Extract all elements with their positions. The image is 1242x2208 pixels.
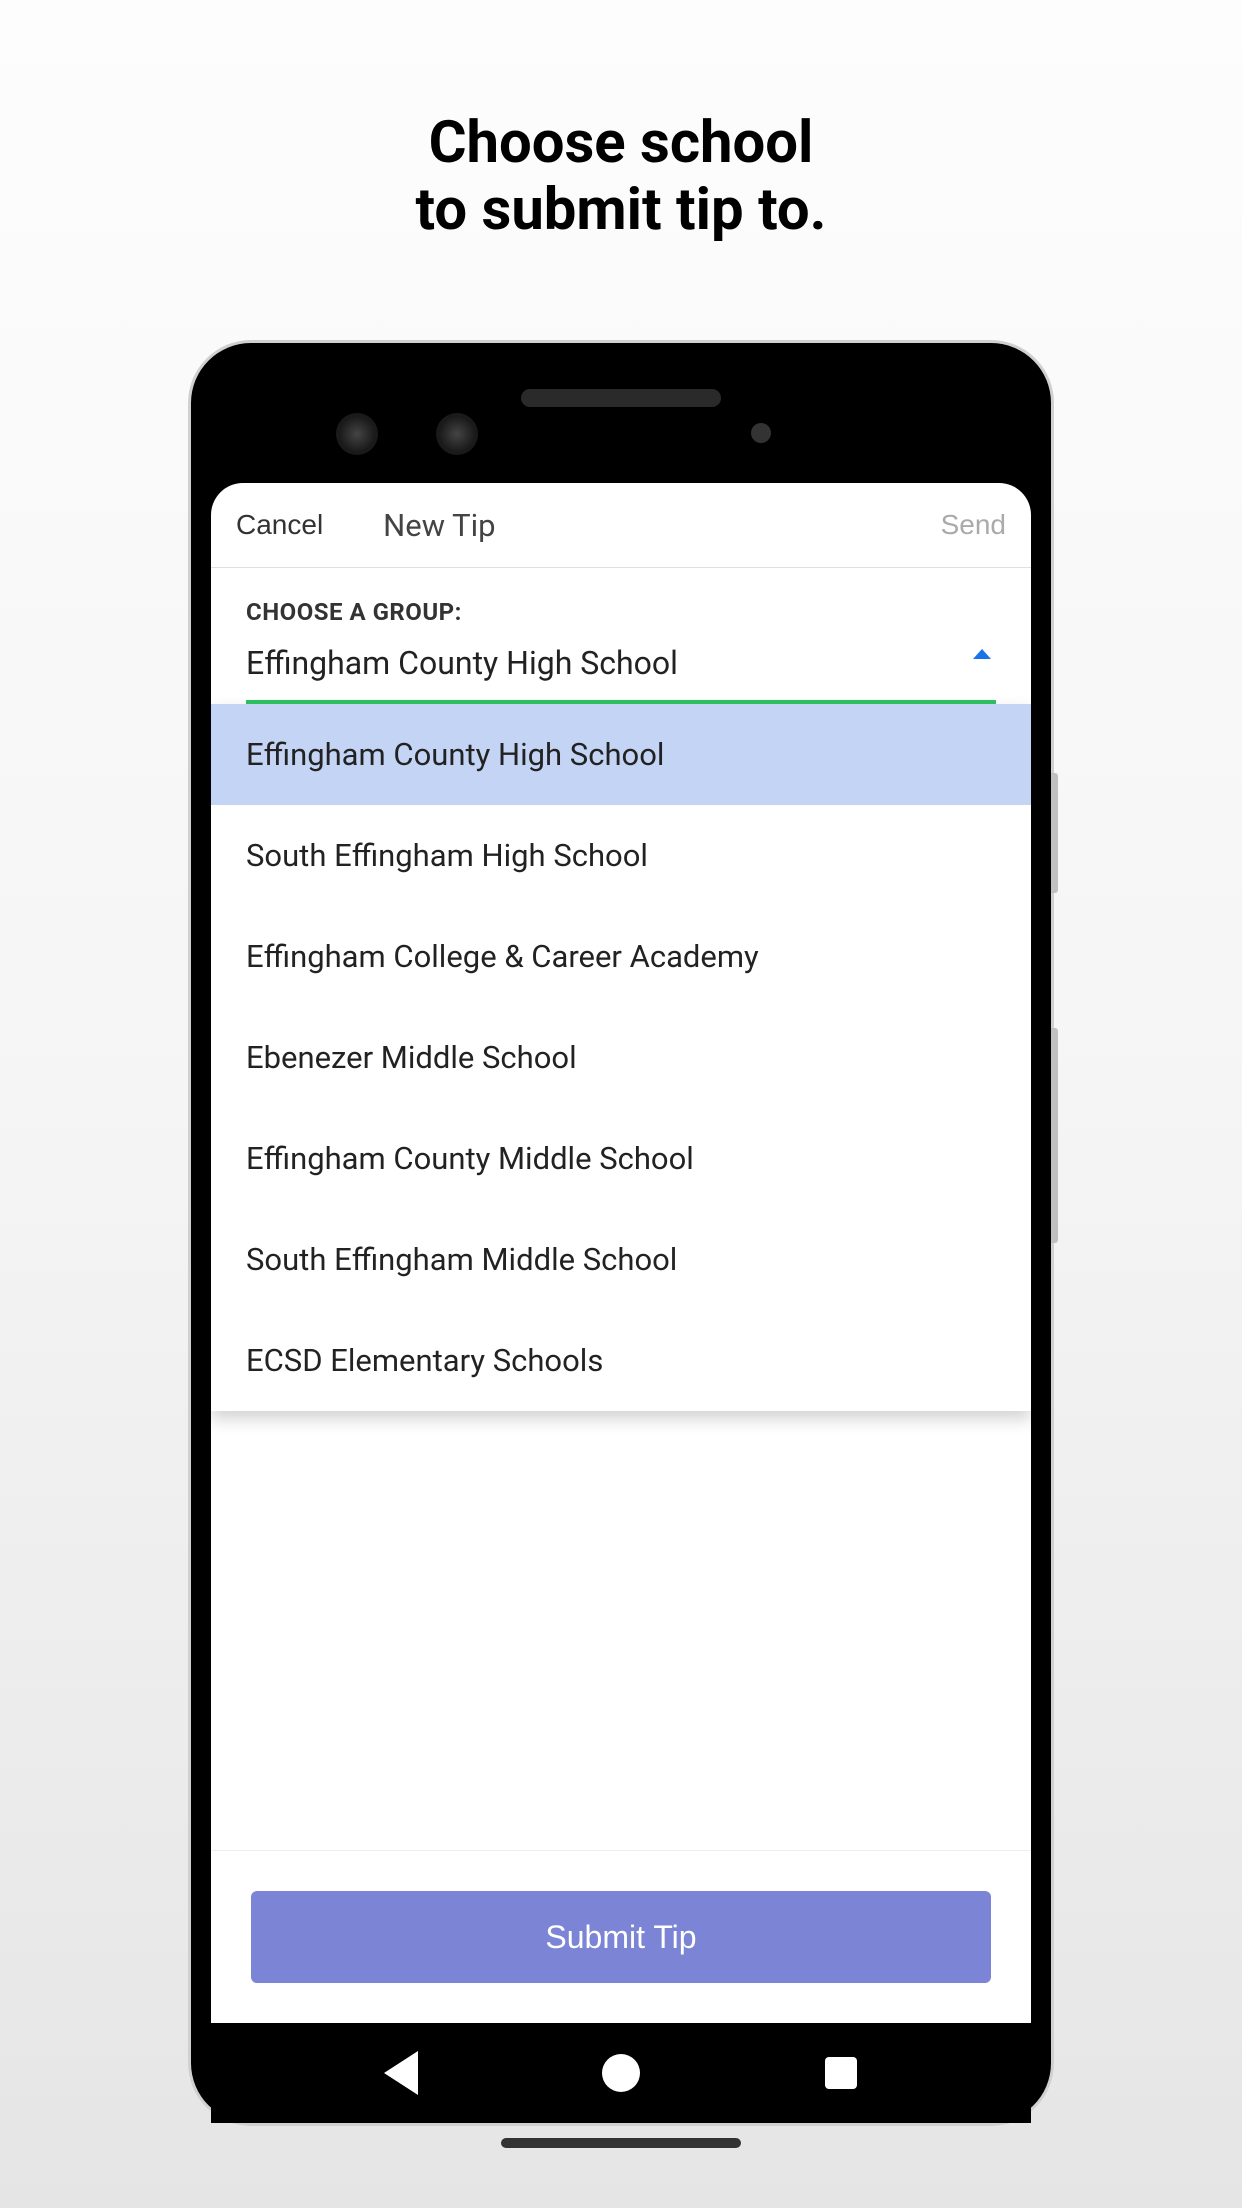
form-section: CHOOSE A GROUP: Effingham County High Sc… <box>211 568 1031 704</box>
title-line-2: to submit tip to. <box>416 177 827 244</box>
phone-frame: Cancel New Tip Send CHOOSE A GROUP: Effi… <box>191 343 1051 2123</box>
home-indicator <box>501 2138 741 2148</box>
phone-side-button <box>1051 773 1058 893</box>
android-nav-bar <box>211 2023 1031 2123</box>
content-area <box>211 1411 1031 1850</box>
select-value: Effingham County High School <box>246 644 678 682</box>
title-line-1: Choose school <box>416 110 827 177</box>
phone-sensor <box>751 423 771 443</box>
phone-side-button <box>1051 1028 1058 1243</box>
dropdown-list: Effingham County High School South Effin… <box>211 704 1031 1411</box>
cancel-button[interactable]: Cancel <box>236 509 323 541</box>
back-icon[interactable] <box>381 2053 421 2093</box>
dropdown-option[interactable]: South Effingham Middle School <box>211 1209 1031 1310</box>
page-title: Choose school to submit tip to. <box>416 110 827 243</box>
submit-tip-button[interactable]: Submit Tip <box>251 1891 991 1983</box>
dropdown-option[interactable]: Ebenezer Middle School <box>211 1007 1031 1108</box>
phone-speaker <box>521 389 721 407</box>
dropdown-option[interactable]: ECSD Elementary Schools <box>211 1310 1031 1411</box>
submit-section: Submit Tip <box>211 1850 1031 2023</box>
phone-camera <box>336 413 378 455</box>
home-icon[interactable] <box>601 2053 641 2093</box>
recent-apps-icon[interactable] <box>821 2053 861 2093</box>
dropdown-option[interactable]: Effingham College & Career Academy <box>211 906 1031 1007</box>
send-button[interactable]: Send <box>941 509 1006 541</box>
dropdown-option[interactable]: Effingham County High School <box>211 704 1031 805</box>
app-header: Cancel New Tip Send <box>211 483 1031 568</box>
dropdown-option[interactable]: South Effingham High School <box>211 805 1031 906</box>
dropdown-option[interactable]: Effingham County Middle School <box>211 1108 1031 1209</box>
group-select[interactable]: Effingham County High School <box>246 644 996 704</box>
phone-screen: Cancel New Tip Send CHOOSE A GROUP: Effi… <box>211 483 1031 2023</box>
phone-top-bezel <box>211 363 1031 483</box>
header-title: New Tip <box>383 507 495 544</box>
group-label: CHOOSE A GROUP: <box>246 598 996 626</box>
phone-camera <box>436 413 478 455</box>
chevron-up-icon <box>973 649 991 659</box>
